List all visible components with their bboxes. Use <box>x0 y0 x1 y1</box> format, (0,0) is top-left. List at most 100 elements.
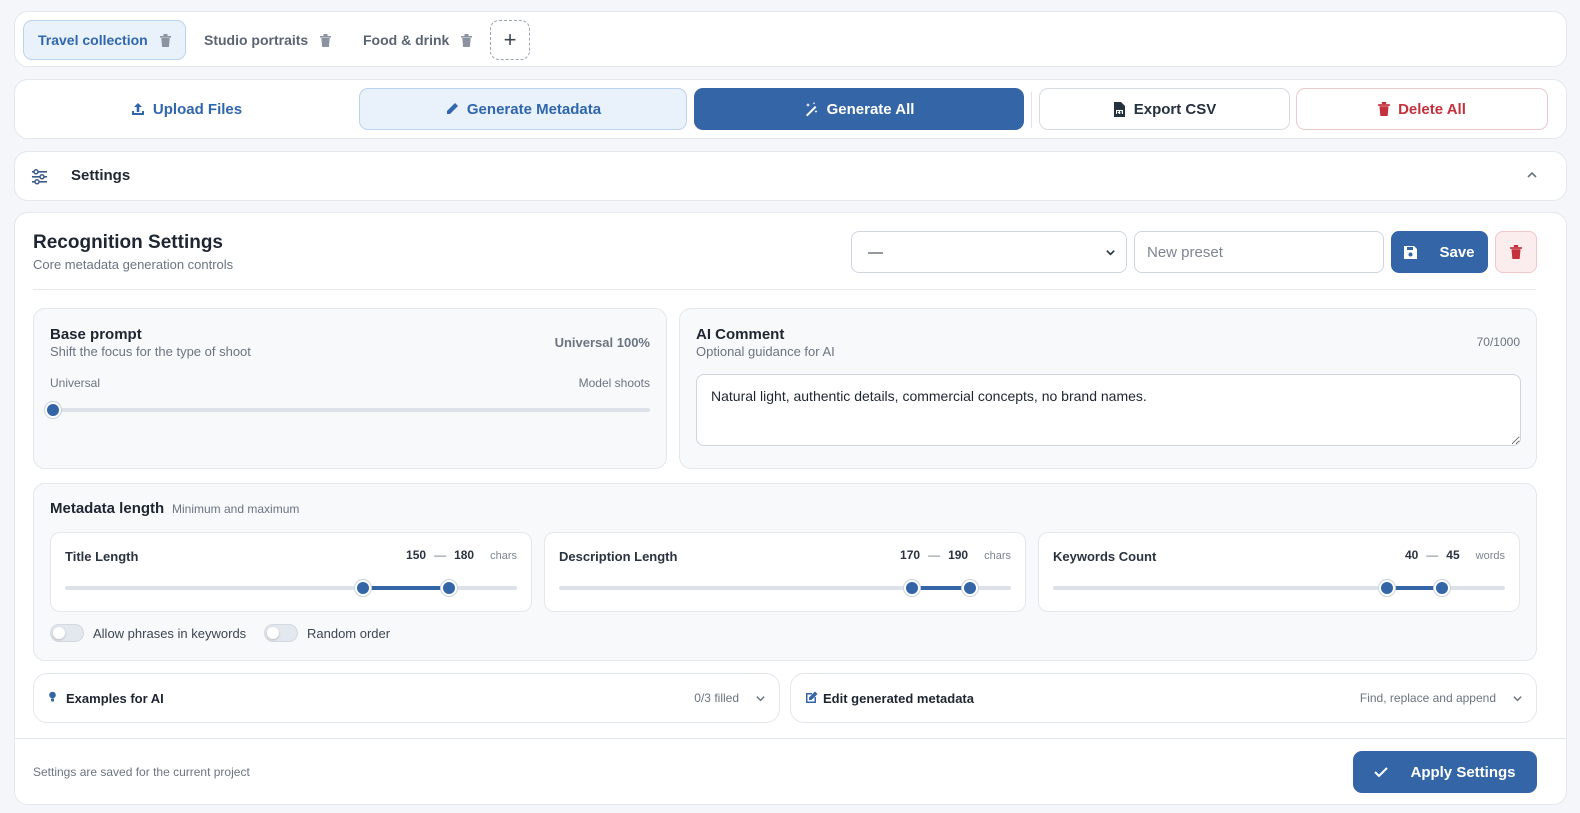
new-preset-input[interactable] <box>1134 231 1384 273</box>
base-prompt-value: Universal 100% <box>554 335 650 350</box>
chevron-up-icon[interactable] <box>1526 169 1538 181</box>
range-max-thumb[interactable] <box>441 580 458 596</box>
delete-preset-button[interactable] <box>1495 231 1537 273</box>
range-unit: chars <box>984 550 1011 562</box>
ai-comment-subtitle: Optional guidance for AI <box>696 344 835 359</box>
export-csv-label: Export CSV <box>1133 100 1217 118</box>
range-values: 40 — 45 words <box>1405 548 1505 562</box>
range-dash: — <box>928 548 941 562</box>
range-label: Title Length <box>65 549 139 564</box>
range-min-thumb[interactable] <box>1379 580 1396 596</box>
export-csv-button[interactable]: Export CSV <box>1039 88 1290 130</box>
range-min-value: 40 <box>1404 548 1419 562</box>
add-tab-button[interactable]: + <box>490 20 530 60</box>
base-prompt-slider[interactable] <box>45 402 650 418</box>
ai-comment-textarea[interactable] <box>696 374 1521 446</box>
preset-selected-value: — <box>868 243 883 261</box>
range-max-thumb[interactable] <box>962 580 979 596</box>
range-max-value: 45 <box>1446 548 1460 562</box>
range-values: 170 — 190 chars <box>900 548 1011 562</box>
toggle-label: Random order <box>307 625 391 641</box>
examples-for-ai-collapsible[interactable]: Examples for AI 0/3 filled <box>33 673 780 723</box>
metadata-length-subtitle: Minimum and maximum <box>172 502 300 516</box>
action-toolbar: Upload Files Generate Metadata Generate … <box>14 79 1567 139</box>
random-order-toggle[interactable]: Random order <box>264 624 390 642</box>
examples-title: Examples for AI <box>66 691 164 706</box>
range-min-value: 170 <box>900 548 921 562</box>
apply-settings-label: Apply Settings <box>1410 763 1516 781</box>
base-prompt-title: Base prompt <box>50 326 142 343</box>
keywords-count-slider[interactable] <box>1053 580 1505 596</box>
base-prompt-subtitle: Shift the focus for the type of shoot <box>50 344 251 359</box>
generate-metadata-label: Generate Metadata <box>466 100 602 118</box>
settings-title: Settings <box>71 167 131 184</box>
save-preset-button[interactable]: Save <box>1391 231 1488 273</box>
pencil-icon <box>445 102 459 116</box>
range-label: Description Length <box>559 549 678 564</box>
toolbar-divider <box>1031 92 1032 128</box>
range-unit: words <box>1475 550 1505 562</box>
generate-all-button[interactable]: Generate All <box>694 88 1024 130</box>
floppy-disk-icon <box>1404 245 1418 259</box>
slider-thumb[interactable] <box>45 402 61 418</box>
edit-icon <box>805 691 818 704</box>
chevron-down-icon <box>1512 693 1523 704</box>
tab-studio-portraits[interactable]: Studio portraits <box>190 20 345 60</box>
toggle-switch[interactable] <box>264 624 298 642</box>
check-icon <box>1374 766 1389 778</box>
plus-icon: + <box>503 27 517 52</box>
delete-all-label: Delete All <box>1398 100 1466 118</box>
range-min-thumb[interactable] <box>355 580 372 596</box>
edit-generated-metadata-collapsible[interactable]: Edit generated metadata Find, replace an… <box>790 673 1537 723</box>
slider-right-label: Model shoots <box>578 376 650 390</box>
preset-select[interactable]: — <box>851 231 1127 273</box>
ai-comment-title: AI Comment <box>696 326 785 343</box>
recognition-settings-subtitle: Core metadata generation controls <box>33 257 234 272</box>
generate-all-label: Generate All <box>826 100 915 118</box>
range-values: 150 — 180 chars <box>406 548 517 562</box>
recognition-settings-panel: Recognition Settings Core metadata gener… <box>14 212 1567 805</box>
trash-icon[interactable] <box>159 33 171 47</box>
description-length-range: Description Length 170 — 190 chars <box>544 532 1026 612</box>
tab-label: Studio portraits <box>204 32 309 48</box>
csv-file-icon <box>1113 101 1126 117</box>
save-label: Save <box>1439 243 1475 261</box>
trash-icon[interactable] <box>461 33 473 47</box>
tab-food-drink[interactable]: Food & drink <box>349 20 486 60</box>
tab-label: Food & drink <box>363 32 450 48</box>
tab-travel-collection[interactable]: Travel collection <box>23 20 186 60</box>
trash-icon <box>1510 245 1522 259</box>
range-max-value: 180 <box>454 548 475 562</box>
title-length-range: Title Length 150 — 180 chars <box>50 532 532 612</box>
range-max-thumb[interactable] <box>1433 580 1450 596</box>
description-length-slider[interactable] <box>559 580 1011 596</box>
lightbulb-icon <box>48 691 61 704</box>
title-length-slider[interactable] <box>65 580 517 596</box>
apply-settings-button[interactable]: Apply Settings <box>1353 751 1537 793</box>
upload-files-button[interactable]: Upload Files <box>19 88 354 130</box>
ai-comment-card: AI Comment Optional guidance for AI 70/1… <box>679 308 1537 469</box>
chevron-down-icon <box>755 693 766 704</box>
project-tabs-bar: Travel collection Studio portraits Food … <box>14 11 1567 67</box>
toggle-label: Allow phrases in keywords <box>93 625 247 641</box>
edit-metadata-status: Find, replace and append <box>1359 691 1496 705</box>
trash-icon[interactable] <box>320 33 332 47</box>
trash-icon <box>1378 102 1391 116</box>
recognition-settings-title: Recognition Settings <box>33 232 223 253</box>
generate-metadata-button[interactable]: Generate Metadata <box>359 88 687 130</box>
edit-metadata-title: Edit generated metadata <box>823 691 974 706</box>
footer-note: Settings are saved for the current proje… <box>33 765 250 779</box>
character-counter: 70/1000 <box>1476 335 1520 349</box>
delete-all-button[interactable]: Delete All <box>1296 88 1548 130</box>
range-dash: — <box>434 548 447 562</box>
settings-collapsible-header[interactable]: Settings <box>14 151 1567 201</box>
base-prompt-card: Base prompt Shift the focus for the type… <box>33 308 667 469</box>
allow-phrases-toggle[interactable]: Allow phrases in keywords <box>50 624 246 642</box>
upload-icon <box>131 102 145 116</box>
toggle-switch[interactable] <box>50 624 84 642</box>
tab-label: Travel collection <box>38 32 148 48</box>
range-min-thumb[interactable] <box>903 580 920 596</box>
metadata-length-title: Metadata length <box>50 500 165 517</box>
settings-footer: Settings are saved for the current proje… <box>15 738 1566 804</box>
range-fill <box>363 586 450 590</box>
